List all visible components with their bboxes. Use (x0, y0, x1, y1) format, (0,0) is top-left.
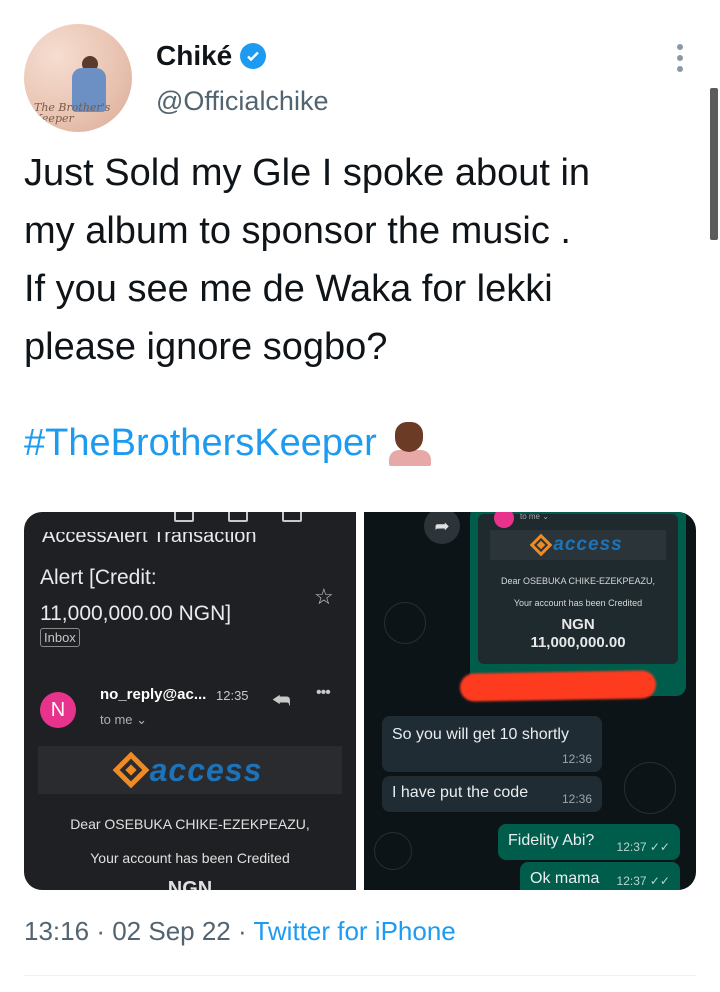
forwarded-image-bubble: to me ⌄ access Dear OSEBUKA CHIKE-EZEKPE… (470, 512, 686, 696)
chat-message-outgoing: Fidelity Abi? 12:37 ✓✓ (498, 824, 680, 860)
user-handle[interactable]: @Officialchike (156, 86, 328, 117)
sender-avatar: N (40, 692, 76, 728)
reply-icon: ⮪ (272, 690, 291, 712)
credit-amount: NGN 11,000,000.00 (478, 616, 678, 652)
tweet-line: please ignore sogbo? (24, 326, 388, 368)
message-text: Ok mama (530, 870, 600, 887)
meta-separator: · (238, 916, 247, 946)
tweet-text: Just Sold my Gle I spoke about in my alb… (24, 144, 696, 376)
message-text: I have put the code (392, 784, 529, 801)
message-time: 12:37 ✓✓ (616, 840, 670, 854)
tweet-date[interactable]: 02 Sep 22 (112, 916, 231, 946)
wallpaper-doodle (384, 602, 426, 644)
message-time: 12:37 ✓✓ (616, 874, 670, 888)
credit-message-small: Your account has been Credited (513, 598, 643, 608)
chat-screenshot[interactable]: ➦ to me ⌄ access Dear OSEBUKA CHIKE-EZEK… (364, 512, 696, 890)
tweet-metadata: 13:16 · 02 Sep 22 · Twitter for iPhone (24, 916, 456, 947)
salutation-small: Dear OSEBUKA CHIKE-EZEKPEAZU, (500, 576, 656, 586)
man-emoji-icon (387, 420, 433, 466)
hashtag-row: #TheBrothersKeeper (24, 420, 433, 466)
wallpaper-doodle (374, 832, 412, 870)
tweet-media-grid: AccessAlert Transaction Alert [Credit: 1… (24, 512, 696, 890)
credit-message: Your account has been Credited (90, 850, 290, 866)
email-more-icon: ••• (316, 684, 331, 701)
email-subject-cut: AccessAlert Transaction (42, 532, 257, 546)
email-time: 12:35 (216, 688, 249, 703)
to-me-label-small: to me ⌄ (520, 512, 549, 521)
email-alert-title: Alert [Credit: 11,000,000.00 NGN] (40, 560, 231, 632)
tweet-source-link[interactable]: Twitter for iPhone (253, 916, 455, 946)
meta-separator: · (96, 916, 105, 946)
forwarded-email-image: to me ⌄ access Dear OSEBUKA CHIKE-EZEKPE… (478, 512, 678, 664)
email-screenshot[interactable]: AccessAlert Transaction Alert [Credit: 1… (24, 512, 356, 890)
tweet-time[interactable]: 13:16 (24, 916, 89, 946)
star-icon: ☆ (314, 584, 334, 609)
inbox-label: Inbox (40, 628, 80, 647)
more-options-icon[interactable] (670, 44, 690, 72)
wallpaper-doodle (624, 762, 676, 814)
avatar-caption: The Brother's Keeper (34, 101, 111, 125)
access-logo-icon (112, 751, 149, 789)
chat-message-incoming: I have put the code 12:36 (382, 776, 602, 812)
chat-message-outgoing: Ok mama 12:37 ✓✓ (520, 862, 680, 890)
to-me-label: to me ⌄ (100, 712, 148, 727)
user-name-row: Chiké (156, 40, 267, 72)
tweet-line: If you see me de Waka for lekki (24, 268, 553, 310)
tweet-line: my album to sponsor the music . (24, 210, 571, 252)
message-time: 12:36 (561, 792, 592, 806)
bank-name-small: access (553, 534, 623, 555)
currency-cut: NGN (167, 878, 213, 890)
amount-value: 11,000,000.00 (530, 634, 626, 651)
user-name[interactable]: Chiké (156, 40, 232, 72)
salutation: Dear OSEBUKA CHIKE-EZEKPEAZU, (70, 816, 310, 832)
alert-line: Alert [Credit: (40, 566, 157, 589)
avatar[interactable]: The Brother's Keeper (24, 24, 132, 132)
email-toolbar-icons (174, 512, 302, 522)
sender-avatar-small (494, 512, 514, 528)
sender-address: no_reply@ac... (100, 686, 207, 703)
bank-banner-small: access (490, 530, 666, 560)
message-text: Fidelity Abi? (508, 832, 595, 849)
verified-badge-icon (240, 43, 267, 69)
chat-message-incoming: So you will get 10 shortly 12:36 (382, 716, 602, 772)
tweet-line: Just Sold my Gle I spoke about in (24, 152, 591, 194)
divider (24, 975, 696, 976)
message-time: 12:36 (561, 752, 592, 766)
bank-banner: access (38, 746, 342, 794)
hashtag-link[interactable]: #TheBrothersKeeper (24, 422, 377, 465)
share-icon[interactable]: ➦ (424, 512, 460, 544)
page-scrollbar[interactable] (710, 88, 718, 240)
redaction-scribble (459, 670, 657, 702)
currency-label: NGN (561, 616, 595, 633)
message-text: So you will get 10 shortly (392, 726, 569, 743)
bank-name: access (149, 751, 263, 788)
access-logo-icon (529, 533, 553, 557)
alert-amount-line: 11,000,000.00 NGN] (40, 602, 232, 625)
